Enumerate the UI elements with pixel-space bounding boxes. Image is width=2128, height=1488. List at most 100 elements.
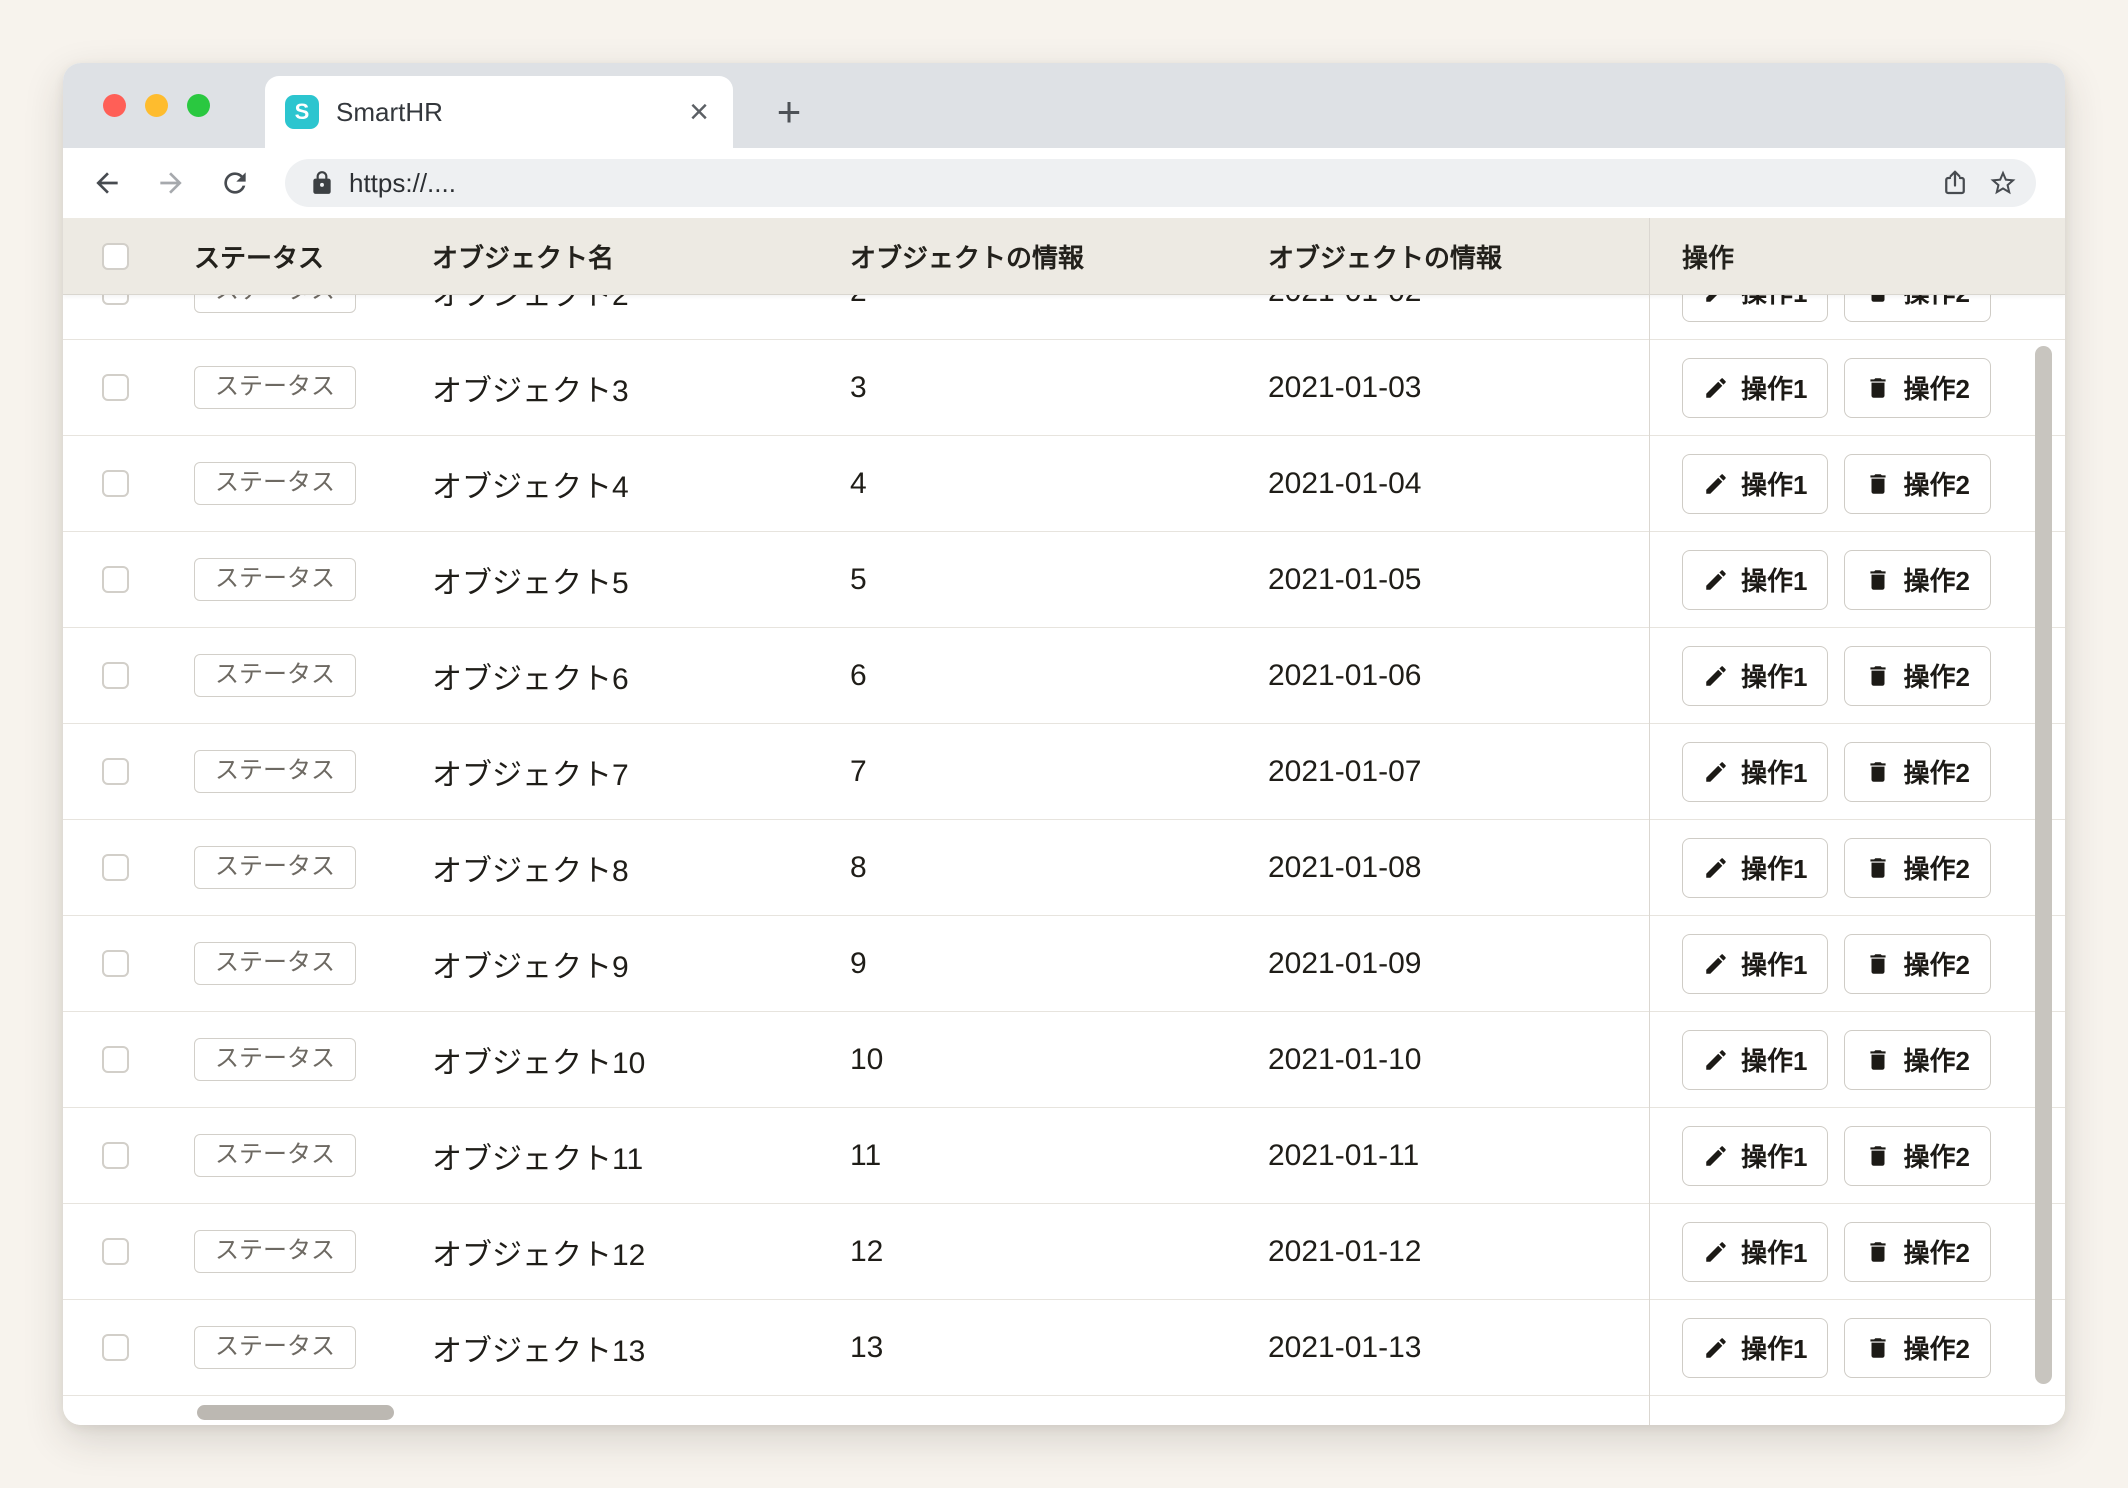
- edit-button[interactable]: 操作1: [1682, 934, 1828, 994]
- pencil-icon: [1703, 759, 1729, 785]
- object-info-number: 4: [850, 467, 867, 501]
- delete-button-label: 操作2: [1903, 945, 1969, 982]
- edit-button[interactable]: 操作1: [1682, 646, 1828, 706]
- delete-button-label: 操作2: [1903, 561, 1969, 598]
- edit-button[interactable]: 操作1: [1682, 550, 1828, 610]
- delete-button-label: 操作2: [1903, 1137, 1969, 1174]
- trash-icon: [1865, 951, 1891, 977]
- row-checkbox[interactable]: [102, 950, 129, 977]
- pencil-icon: [1703, 1047, 1729, 1073]
- object-name: オブジェクト3: [432, 366, 629, 410]
- edit-button-label: 操作1: [1741, 561, 1807, 598]
- edit-button[interactable]: 操作1: [1682, 742, 1828, 802]
- delete-button[interactable]: 操作2: [1844, 838, 1990, 898]
- object-name: オブジェクト11: [432, 1134, 643, 1178]
- bookmark-star-icon[interactable]: [1988, 168, 2018, 203]
- window-zoom-button[interactable]: [187, 94, 210, 117]
- header-object-info-2: オブジェクトの情報: [1268, 238, 1502, 275]
- delete-button[interactable]: 操作2: [1844, 934, 1990, 994]
- row-checkbox[interactable]: [102, 1142, 129, 1169]
- reload-icon[interactable]: [217, 165, 253, 201]
- browser-tab[interactable]: S SmartHR ×: [265, 76, 733, 148]
- edit-button-label: 操作1: [1741, 465, 1807, 502]
- back-icon[interactable]: [89, 165, 125, 201]
- table-row: ステータス オブジェクト4 4 2021-01-04 操作1 操作2: [63, 436, 2065, 532]
- row-checkbox[interactable]: [102, 1238, 129, 1265]
- edit-button-label: 操作1: [1741, 945, 1807, 982]
- status-badge: ステータス: [194, 1134, 356, 1177]
- status-badge: ステータス: [194, 1230, 356, 1273]
- delete-button[interactable]: 操作2: [1844, 454, 1990, 514]
- row-checkbox[interactable]: [102, 854, 129, 881]
- edit-button-label: 操作1: [1741, 1041, 1807, 1078]
- row-checkbox[interactable]: [102, 758, 129, 785]
- delete-button[interactable]: 操作2: [1844, 1126, 1990, 1186]
- edit-button-label: 操作1: [1741, 1233, 1807, 1270]
- trash-icon: [1865, 1143, 1891, 1169]
- delete-button[interactable]: 操作2: [1844, 1318, 1990, 1378]
- edit-button[interactable]: 操作1: [1682, 838, 1828, 898]
- delete-button-label: 操作2: [1903, 1041, 1969, 1078]
- edit-button[interactable]: 操作1: [1682, 1030, 1828, 1090]
- select-all-checkbox[interactable]: [102, 243, 129, 270]
- pencil-icon: [1703, 663, 1729, 689]
- table-body: ステータス オブジェクト2 2 2021-01-02 操作1 操作2 ステータス: [63, 244, 2065, 1396]
- object-info-date: 2021-01-07: [1268, 755, 1421, 789]
- delete-button[interactable]: 操作2: [1844, 1222, 1990, 1282]
- row-checkbox[interactable]: [102, 374, 129, 401]
- object-info-date: 2021-01-04: [1268, 467, 1421, 501]
- horizontal-scrollbar-thumb[interactable]: [197, 1405, 394, 1420]
- table-row: ステータス オブジェクト3 3 2021-01-03 操作1 操作2: [63, 340, 2065, 436]
- new-tab-button[interactable]: +: [757, 76, 821, 148]
- delete-button[interactable]: 操作2: [1844, 742, 1990, 802]
- header-actions: 操作: [1682, 238, 1734, 275]
- delete-button-label: 操作2: [1903, 1329, 1969, 1366]
- object-info-number: 12: [850, 1235, 883, 1269]
- delete-button[interactable]: 操作2: [1844, 550, 1990, 610]
- forward-icon[interactable]: [153, 165, 189, 201]
- window-minimize-button[interactable]: [145, 94, 168, 117]
- header-checkbox-cell: [63, 218, 194, 294]
- pencil-icon: [1703, 951, 1729, 977]
- pencil-icon: [1703, 855, 1729, 881]
- table-row: ステータス オブジェクト12 12 2021-01-12 操作1 操作2: [63, 1204, 2065, 1300]
- object-info-number: 3: [850, 371, 867, 405]
- row-checkbox[interactable]: [102, 566, 129, 593]
- window-close-button[interactable]: [103, 94, 126, 117]
- object-info-date: 2021-01-05: [1268, 563, 1421, 597]
- row-checkbox[interactable]: [102, 1334, 129, 1361]
- delete-button-label: 操作2: [1903, 1233, 1969, 1270]
- object-info-date: 2021-01-08: [1268, 851, 1421, 885]
- url-bar[interactable]: https://....: [285, 159, 2036, 207]
- table-row: ステータス オブジェクト8 8 2021-01-08 操作1 操作2: [63, 820, 2065, 916]
- table-row: ステータス オブジェクト13 13 2021-01-13 操作1 操作2: [63, 1300, 2065, 1396]
- edit-button[interactable]: 操作1: [1682, 454, 1828, 514]
- edit-button-label: 操作1: [1741, 849, 1807, 886]
- delete-button-label: 操作2: [1903, 753, 1969, 790]
- trash-icon: [1865, 1047, 1891, 1073]
- status-badge: ステータス: [194, 846, 356, 889]
- object-info-date: 2021-01-10: [1268, 1043, 1421, 1077]
- edit-button[interactable]: 操作1: [1682, 358, 1828, 418]
- delete-button[interactable]: 操作2: [1844, 646, 1990, 706]
- row-checkbox[interactable]: [102, 1046, 129, 1073]
- fixed-column-divider: [1649, 218, 1650, 1425]
- object-info-number: 5: [850, 563, 867, 597]
- edit-button[interactable]: 操作1: [1682, 1318, 1828, 1378]
- edit-button[interactable]: 操作1: [1682, 1126, 1828, 1186]
- row-checkbox[interactable]: [102, 662, 129, 689]
- pencil-icon: [1703, 1143, 1729, 1169]
- object-info-date: 2021-01-11: [1268, 1139, 1419, 1173]
- object-info-number: 13: [850, 1331, 883, 1365]
- status-badge: ステータス: [194, 654, 356, 697]
- share-icon[interactable]: [1940, 168, 1970, 203]
- status-badge: ステータス: [194, 750, 356, 793]
- delete-button[interactable]: 操作2: [1844, 1030, 1990, 1090]
- trash-icon: [1865, 1335, 1891, 1361]
- tab-close-icon[interactable]: ×: [689, 95, 709, 129]
- object-name: オブジェクト9: [432, 942, 629, 986]
- row-checkbox[interactable]: [102, 470, 129, 497]
- vertical-scrollbar-thumb[interactable]: [2035, 346, 2052, 1384]
- edit-button[interactable]: 操作1: [1682, 1222, 1828, 1282]
- delete-button[interactable]: 操作2: [1844, 358, 1990, 418]
